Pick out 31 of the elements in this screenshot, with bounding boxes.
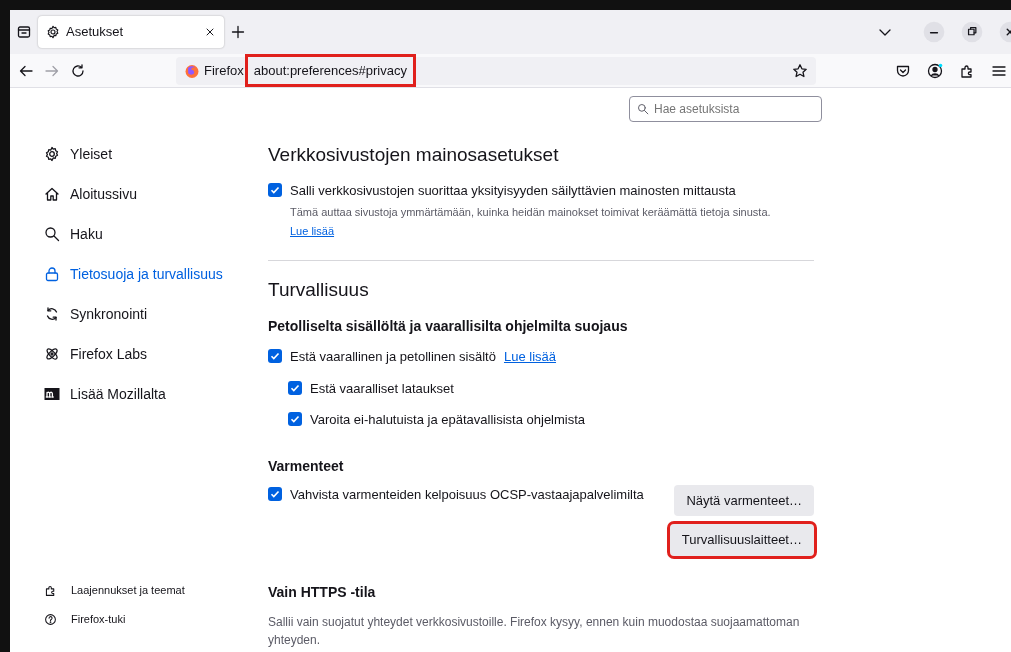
search-field[interactable]: Hae asetuksista [629,96,822,122]
checkbox-label: Estä vaaralliset lataukset [310,380,454,396]
dialog-button[interactable]: Turvallisuuslaitteet… [669,524,814,556]
sidebar-link[interactable]: Laajennukset ja teemat [44,576,258,605]
description-text: Tämä auttaa sivustoja ymmärtämään, kuinka heidän mainokset toimivat keräämättä tietoja sinusta. [290,205,772,221]
learn-more-link[interactable]: Lue lisää [503,349,556,365]
checkbox-label: Salli verkkosivustojen suorittaa yksityisyyden säilyttävien mainosten mittausta [290,182,736,198]
sidebar-item[interactable]: Lisää Mozillalta [44,374,258,414]
tab-title: Asetukset [66,23,125,42]
browser-tab[interactable]: Asetukset [38,16,224,48]
dialog-button[interactable]: Näytä varmenteet… [674,484,814,517]
sidebar-item[interactable]: Tietosuoja ja turvallisuus [44,254,258,294]
checkbox-label: Estä vaarallinen ja petollinen sisältö [290,349,496,365]
checkbox-label: Vahvista varmenteiden kelpoisuus OCSP-vastaajapalvelimilta [290,486,644,502]
section-heading: Verkkosivustojen mainosasetukset [268,144,560,167]
sidebar-item[interactable]: Haku [44,214,258,254]
subsection-heading: Petolliselta sisällöltä ja vaarallisilta ohjelmilta suojaus [268,317,629,337]
sidebar-item[interactable]: Synkronointi [44,294,258,334]
sidebar-item[interactable]: Firefox Labs [44,334,258,374]
sidebar-item[interactable]: Aloitussivu [44,174,258,214]
identity-button[interactable]: Firefox [176,60,248,81]
subsection-heading: Vain HTTPS -tila [268,582,377,602]
section-heading: Turvallisuus [268,279,370,303]
sidebar-item[interactable]: Yleiset [44,134,258,174]
sidebar-link[interactable]: Firefox-tuki [44,605,258,634]
identity-label: Firefox [204,61,244,80]
checkbox-label: Varoita ei-halutuista ja epätavallisista ohjelmista [310,412,586,428]
learn-more-link[interactable]: Lue lisää [290,222,335,240]
subsection-heading: Varmenteet [268,456,345,476]
description-text: Sallii vain suojatut yhteydet verkkosivustoille. Firefox kysyy, ennen kuin muodostaa suojaamattoman yhteyden. [268,613,801,649]
address-field[interactable]: about:preferences#privacy [247,56,413,85]
